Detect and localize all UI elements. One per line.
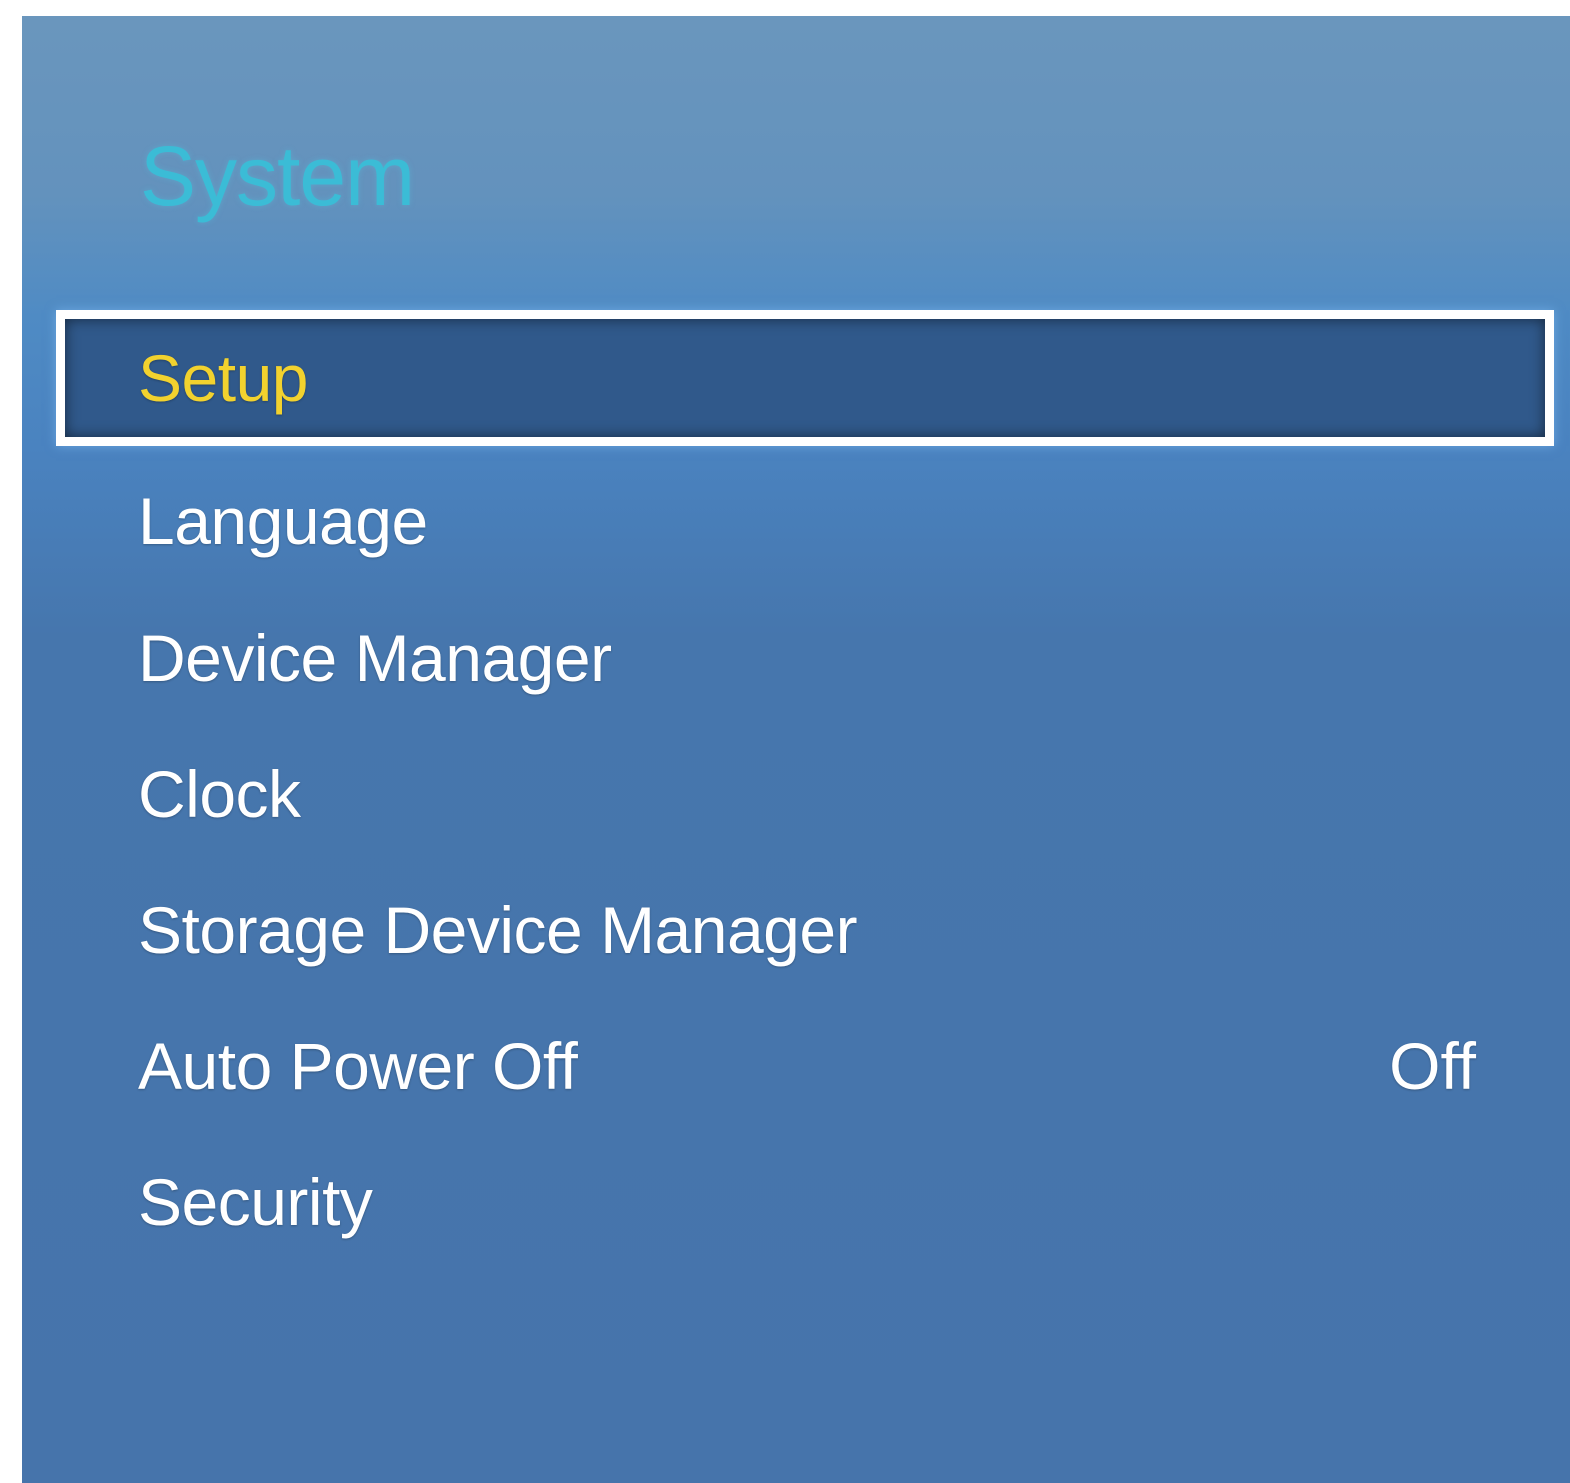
menu-item-setup[interactable]: Setup [56,310,1554,446]
menu-item-label: Security [138,1165,373,1239]
menu-item-value: Off [1389,1029,1476,1103]
menu-item-label: Storage Device Manager [138,893,858,967]
menu-item-storage-device-manager[interactable]: Storage Device Manager [56,862,1554,998]
menu-item-label: Clock [138,757,301,831]
menu-item-label: Language [138,484,428,558]
menu-item-auto-power-off[interactable]: Auto Power Off Off [56,998,1554,1134]
menu-item-clock[interactable]: Clock [56,726,1554,862]
menu-item-device-manager[interactable]: Device Manager [56,590,1554,726]
menu-item-security[interactable]: Security [56,1134,1554,1270]
menu-item-language[interactable]: Language [56,453,1554,589]
menu-item-label: Setup [138,341,308,415]
menu-title: System [140,129,415,223]
menu-item-label: Auto Power Off [138,1029,578,1103]
system-menu-panel: System Setup Language Device Manager Clo… [22,16,1570,1483]
menu-item-label: Device Manager [138,621,612,695]
